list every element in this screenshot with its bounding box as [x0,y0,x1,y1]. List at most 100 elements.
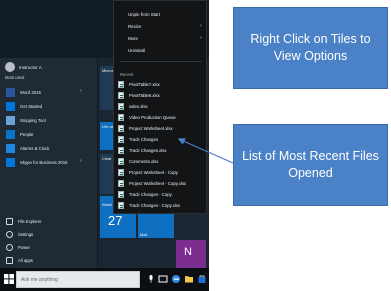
app-label: Word 2016 [20,90,41,95]
app-item-snipping-tool[interactable]: Snipping Tool [6,116,46,125]
recent-file-item[interactable]: Project Worksheet - Copy.xlsx [118,180,186,187]
recent-file-item[interactable]: PivotTable6.xlsx [118,92,160,99]
menu-item-uninstall[interactable]: Uninstall [128,48,145,53]
tile-label: Life at [102,124,113,129]
excel-file-icon [118,191,124,198]
callout-text: List of Most Recent Files Opened [242,149,379,180]
recent-file-item[interactable]: Track Changes - Copy [118,191,172,198]
chevron-right-icon[interactable]: › [80,88,82,94]
recent-file-label: PivotTable7.xlsx [129,82,160,87]
app-label: Get Started [20,104,42,109]
item-label: Power [18,245,30,250]
recent-file-item[interactable]: Project Worksheet - Copy [118,169,178,176]
recent-file-label: PivotTable6.xlsx [129,93,160,98]
word-icon [6,88,15,97]
power-item[interactable]: Power [6,244,30,251]
recent-file-item[interactable]: Track Changes - Copy.xlsx [118,202,180,209]
start-menu-screenshot: Instructor A Most used Word 2016 › Get S… [0,0,209,291]
skype-icon [6,158,15,167]
app-item-skype[interactable]: Skype for Business 2016 › [6,158,82,167]
excel-file-icon [118,180,124,187]
menu-item-more[interactable]: More [128,36,138,41]
recent-file-item[interactable]: Track Changes.xlsx [118,147,167,154]
taskbar: Ask me anything [0,268,209,291]
onenote-tile[interactable]: N [176,240,206,268]
edge-icon[interactable] [171,274,181,284]
recent-file-label: Track Changes - Copy.xlsx [129,203,181,208]
tile-context-menu: Unpin from Start Resize › More › Uninsta… [113,0,207,214]
excel-file-icon [118,136,124,143]
excel-file-icon [118,81,124,88]
people-icon [6,130,15,139]
recent-file-label: Video Production Queue [129,115,176,120]
list-icon [6,257,13,264]
recent-file-label: Project Worksheet - Copy.xlsx [129,181,187,186]
all-apps-item[interactable]: All apps [6,257,33,264]
app-item-people[interactable]: People [6,130,33,139]
avatar [5,62,15,72]
excel-file-icon [118,114,124,121]
folder-icon[interactable] [184,274,194,284]
task-view-icon[interactable] [158,274,168,284]
recent-file-item[interactable]: Video Production Queue [118,114,176,121]
recent-file-label: Track Changes - Copy [129,192,172,197]
recent-file-item[interactable]: Track Changes [118,136,158,143]
recent-file-label: Track Changes [129,137,158,142]
clock-icon [6,144,15,153]
excel-file-icon [118,169,124,176]
tile-label: Mail [140,232,148,237]
chevron-right-icon: › [200,23,202,29]
recent-file-item[interactable]: PivotTable7.xlsx [118,81,160,88]
app-label: Snipping Tool [20,118,46,123]
item-label: Settings [18,232,34,237]
microphone-icon[interactable] [146,274,156,284]
scissors-icon [6,116,15,125]
tile-partial[interactable]: Micros [100,66,114,110]
start-left-rail: Instructor A Most used Word 2016 › Get S… [0,58,97,268]
recent-file-item[interactable]: Project Worksheet.xlsx [118,125,173,132]
recent-file-label: Track Changes.xlsx [129,148,167,153]
app-item-word[interactable]: Word 2016 › [6,88,82,97]
menu-divider [120,61,202,62]
user-account[interactable]: Instructor A [5,62,42,72]
excel-file-icon [118,147,124,154]
windows-icon[interactable] [4,274,14,284]
recent-file-label: Project Worksheet - Copy [129,170,178,175]
menu-item-unpin[interactable]: Unpin from Start [128,12,160,17]
excel-file-icon [118,125,124,132]
excel-file-icon [118,103,124,110]
file-explorer-item[interactable]: File Explorer [6,218,42,225]
excel-file-icon [118,92,124,99]
calendar-day: 27 [108,213,123,228]
tile-label: Micros [102,68,114,73]
recent-file-item[interactable]: sales.xlsx [118,103,148,110]
search-box[interactable]: Ask me anything [16,271,140,288]
most-used-header: Most used [5,75,25,80]
recent-file-label: Comments.xlsx [129,159,159,164]
recent-file-item[interactable]: Comments.xlsx [118,158,158,165]
app-label: Alarms & Clock [20,146,50,151]
callout-recent-files: List of Most Recent Files Opened [233,124,388,206]
onenote-icon: N [184,246,192,258]
excel-file-icon [118,158,124,165]
app-label: Skype for Business 2016 [20,160,68,165]
settings-item[interactable]: Settings [6,231,33,238]
app-item-alarms[interactable]: Alarms & Clock [6,144,49,153]
folder-icon [6,218,13,225]
menu-item-resize[interactable]: Resize [128,24,141,29]
power-icon [6,244,13,251]
app-label: People [20,132,34,137]
tile-partial[interactable]: Clear [100,154,114,194]
callout-right-click: Right Click on Tiles to View Options [233,7,388,89]
excel-file-icon [118,202,124,209]
store-icon[interactable] [197,274,207,284]
recent-file-label: sales.xlsx [129,104,148,109]
tile-partial[interactable]: Life at [100,122,114,150]
gear-icon [6,231,13,238]
user-name: Instructor A [19,64,42,70]
tile-partial[interactable]: Wash [100,196,114,208]
app-item-get-started[interactable]: Get Started [6,102,42,111]
chevron-right-icon[interactable]: › [80,158,82,164]
tile-label: Clear [102,156,112,161]
item-label: File Explorer [18,219,42,224]
